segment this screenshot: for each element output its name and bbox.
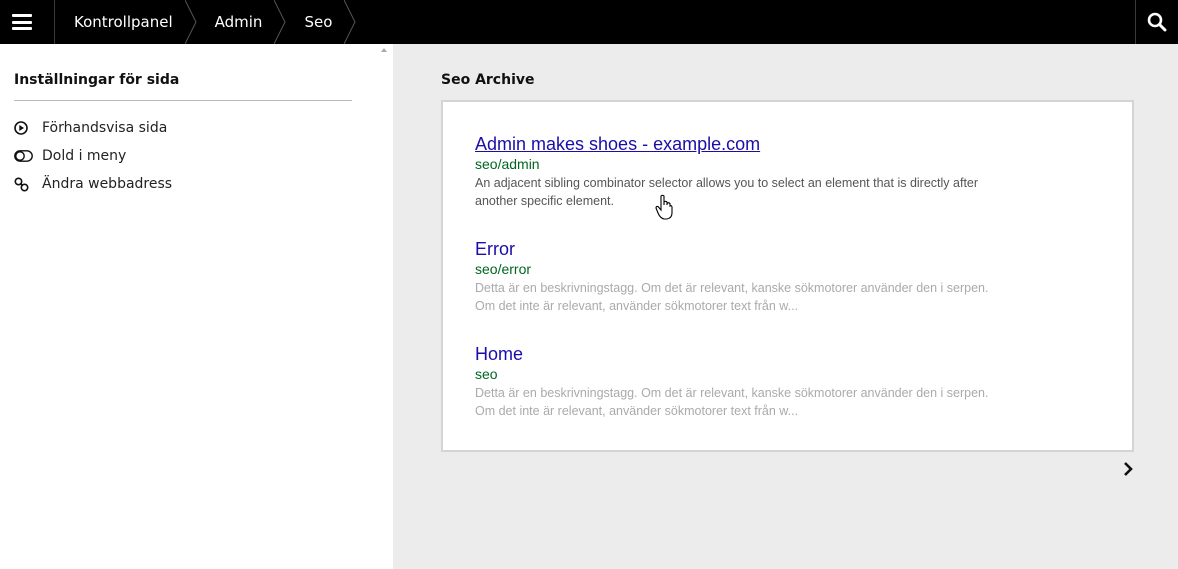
breadcrumb-label: Kontrollpanel [74, 13, 173, 31]
chevron-separator-icon [344, 0, 356, 44]
entry-title-link[interactable]: Error [475, 238, 515, 260]
sidebar-item-hidden-in-menu[interactable]: Dold i meny [14, 142, 172, 170]
play-circle-icon [14, 121, 42, 135]
hand-cursor-icon [655, 194, 673, 220]
divider [14, 100, 352, 101]
search-button[interactable] [1136, 0, 1178, 44]
chevron-right-icon [1124, 462, 1133, 476]
entry-description: An adjacent sibling combinator selector … [475, 176, 979, 208]
entry-title-link[interactable]: Home [475, 343, 523, 365]
sidebar-item-label: Ändra webbadress [42, 176, 173, 192]
breadcrumb-seo[interactable]: Seo [286, 0, 356, 44]
next-page-button[interactable] [1120, 460, 1136, 478]
sidebar-item-label: Dold i meny [42, 148, 127, 164]
top-bar: Kontrollpanel Admin Seo [0, 0, 1178, 44]
entry-url: seo [475, 366, 498, 382]
seo-archive-list: Admin makes shoes - example.com seo/admi… [441, 100, 1134, 452]
breadcrumb-label: Seo [304, 13, 333, 31]
divider [54, 0, 55, 44]
panel-title: Inställningar för sida [14, 72, 180, 88]
breadcrumb: Kontrollpanel Admin Seo [56, 0, 356, 44]
entry-description: Detta är en beskrivningstagg. Om det är … [475, 386, 989, 418]
breadcrumb-label: Admin [214, 13, 263, 31]
sidebar-item-change-url[interactable]: Ändra webbadress [14, 170, 172, 198]
entry-title-link[interactable]: Admin makes shoes - example.com [475, 133, 760, 155]
link-icon [14, 176, 42, 192]
sidebar-item-label: Förhandsvisa sida [42, 120, 168, 136]
chevron-separator-icon [274, 0, 286, 44]
settings-list: Förhandsvisa sida Dold i meny Ändra webb… [14, 114, 172, 198]
page-title: Seo Archive [441, 72, 535, 88]
list-item: Admin makes shoes - example.com seo/admi… [475, 133, 995, 210]
sidebar-item-preview[interactable]: Förhandsvisa sida [14, 114, 172, 142]
list-item: Error seo/error Detta är en beskrivnings… [475, 238, 995, 315]
entry-description: Detta är en beskrivningstagg. Om det är … [475, 281, 989, 313]
page-settings-panel: Inställningar för sida Förhandsvisa sida… [0, 44, 393, 569]
menu-button[interactable] [0, 0, 44, 44]
toggle-icon [14, 150, 42, 162]
search-icon [1147, 12, 1167, 32]
entry-url: seo/error [475, 261, 532, 277]
breadcrumb-admin[interactable]: Admin [197, 0, 287, 44]
breadcrumb-kontrollpanel[interactable]: Kontrollpanel [56, 0, 197, 44]
chevron-separator-icon [184, 0, 197, 44]
hamburger-icon [12, 14, 32, 30]
scroll-up-arrow[interactable] [381, 48, 387, 52]
entry-url: seo/admin [475, 156, 540, 172]
list-item: Home seo Detta är en beskrivningstagg. O… [475, 343, 995, 420]
